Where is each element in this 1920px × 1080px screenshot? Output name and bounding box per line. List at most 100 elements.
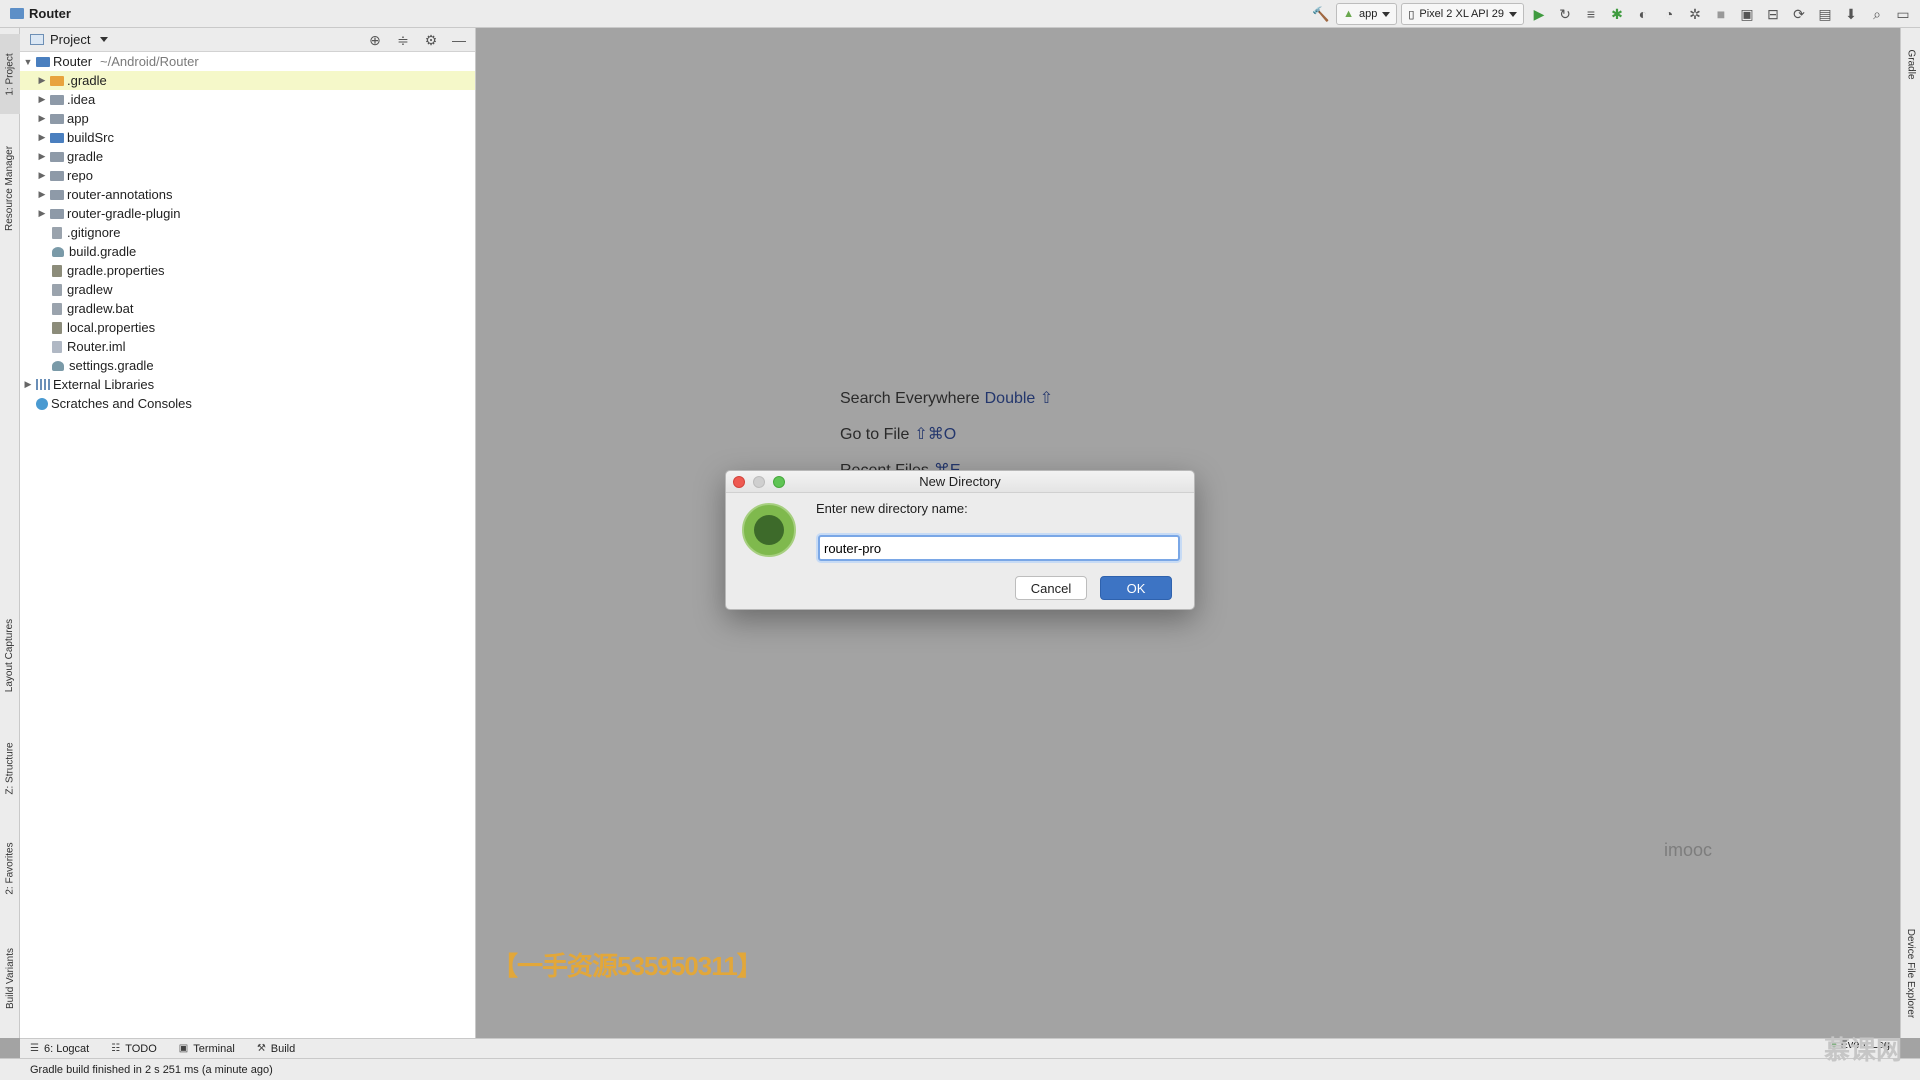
android-icon: ▲ [1343,8,1354,20]
sdk-manager-icon[interactable]: ⬇ [1840,3,1862,25]
tool-tab-gradle[interactable]: Gradle [1901,34,1920,94]
project-structure-icon[interactable]: ▣ [1736,3,1758,25]
layout-inspector-icon[interactable]: ⊟ [1762,3,1784,25]
apply-code-changes-icon[interactable]: ≡ [1580,3,1602,25]
collapsed-arrow-icon[interactable]: ▶ [36,208,48,219]
tree-root[interactable]: ▼ Router ~/Android/Router [20,52,475,71]
gradle-file-icon [52,246,64,257]
tree-item-label: build.gradle [69,244,137,259]
tree-item[interactable]: local.properties [20,318,475,337]
tree-item-label: gradle.properties [67,263,165,278]
minimize-window-button[interactable] [753,476,765,488]
coverage-icon[interactable]: ✲ [1684,3,1706,25]
window-icon[interactable]: ▭ [1892,3,1914,25]
tool-tab-logcat[interactable]: ☰ 6: Logcat [30,1043,89,1055]
bottom-tool-tabs: ☰ 6: Logcat ☷ TODO ▣ Terminal ⚒ Build [20,1038,1900,1058]
project-view-select[interactable]: Project [30,32,109,47]
tree-item[interactable]: ▶ gradle [20,147,475,166]
tree-item[interactable]: ▶ repo [20,166,475,185]
tool-tab-structure[interactable]: Z: Structure [0,728,20,808]
tree-item[interactable]: Router.iml [20,337,475,356]
tool-tab-resource-manager[interactable]: Resource Manager [0,128,20,248]
tree-item[interactable]: build.gradle [20,242,475,261]
tool-tab-build-variants[interactable]: Build Variants [0,928,20,1028]
tree-item[interactable]: ▶ .gradle [20,71,475,90]
folder-icon [50,132,64,143]
tree-root-path: ~/Android/Router [100,54,199,69]
tree-item[interactable]: ▶ router-annotations [20,185,475,204]
search-icon[interactable]: ⌕ [1866,3,1888,25]
dialog-title: New Directory [919,474,1001,489]
tree-item-label: buildSrc [67,130,114,145]
status-text: Gradle build finished in 2 s 251 ms (a m… [30,1063,273,1076]
tree-item[interactable]: gradlew.bat [20,299,475,318]
close-window-button[interactable] [733,476,745,488]
tool-tab-favorites[interactable]: 2: Favorites [0,828,20,908]
tool-tab-terminal[interactable]: ▣ Terminal [179,1043,235,1055]
run-config-select[interactable]: ▲ app [1336,3,1398,25]
folder-icon [50,208,64,219]
chevron-down-icon [100,37,109,42]
android-studio-logo-icon [742,503,796,557]
device-label: Pixel 2 XL API 29 [1419,8,1504,20]
directory-name-input[interactable] [818,535,1180,561]
tree-item-label: Router.iml [67,339,126,354]
profile-icon[interactable]: ◐ [1632,3,1654,25]
collapsed-arrow-icon[interactable]: ▶ [36,113,48,124]
libraries-icon [36,379,50,390]
maximize-window-button[interactable] [773,476,785,488]
collapsed-arrow-icon[interactable]: ▶ [36,189,48,200]
tree-item[interactable]: ▶ router-gradle-plugin [20,204,475,223]
tool-tab-build[interactable]: ⚒ Build [257,1043,295,1055]
tree-external-libraries[interactable]: ▶ External Libraries [20,375,475,394]
collapsed-arrow-icon[interactable]: ▶ [36,151,48,162]
tool-tab-layout-captures[interactable]: Layout Captures [0,600,20,710]
tree-item[interactable]: ▶ buildSrc [20,128,475,147]
todo-icon: ☷ [111,1043,121,1054]
ok-button[interactable]: OK [1100,576,1172,600]
tree-root-label: Router [53,54,93,69]
main-toolbar: Router 🔨 ▲ app ▯ Pixel 2 XL API 29 ▶ ↻ ≡… [0,0,1920,28]
apply-changes-icon[interactable]: ↻ [1554,3,1576,25]
panel-actions: ⊕ ≑ ⚙ — [365,30,469,50]
collapse-all-icon[interactable]: ≑ [393,30,413,50]
tree-item[interactable]: .gitignore [20,223,475,242]
avd-manager-icon[interactable]: ▤ [1814,3,1836,25]
logcat-icon: ☰ [30,1043,39,1054]
collapsed-arrow-icon[interactable]: ▶ [36,75,48,86]
collapsed-arrow-icon[interactable]: ▶ [36,170,48,181]
tool-tab-device-file-explorer[interactable]: Device File Explorer [1901,908,1920,1038]
gear-icon[interactable]: ⚙ [421,30,441,50]
run-icon[interactable]: ▶ [1528,3,1550,25]
tree-scratches[interactable]: Scratches and Consoles [20,394,475,413]
locate-icon[interactable]: ⊕ [365,30,385,50]
collapsed-arrow-icon[interactable]: ▶ [36,132,48,143]
module-folder-icon [36,56,50,67]
project-title: Router [29,6,71,21]
attach-debugger-icon[interactable]: ◔ [1658,3,1680,25]
cancel-button[interactable]: Cancel [1015,576,1087,600]
status-bar: Gradle build finished in 2 s 251 ms (a m… [0,1058,1920,1080]
project-breadcrumb[interactable]: Router [0,6,71,21]
tree-item[interactable]: ▶ .idea [20,90,475,109]
collapsed-arrow-icon[interactable]: ▶ [22,379,34,390]
hide-icon[interactable]: — [449,30,469,50]
tool-tab-project[interactable]: 1: Project [0,34,20,114]
tool-tab-todo[interactable]: ☷ TODO [111,1043,157,1055]
debug-icon[interactable]: ✱ [1606,3,1628,25]
build-hammer-icon[interactable]: 🔨 [1310,3,1332,25]
stop-icon[interactable]: ■ [1710,3,1732,25]
file-icon [52,302,62,315]
tree-item[interactable]: gradle.properties [20,261,475,280]
expanded-arrow-icon[interactable]: ▼ [22,57,34,67]
sync-gradle-icon[interactable]: ⟳ [1788,3,1810,25]
tree-item-label: app [67,111,89,126]
watermark-text: 【一手资源535950311】 [492,951,763,981]
hint-shortcut: Double ⇧ [984,390,1054,407]
collapsed-arrow-icon[interactable]: ▶ [36,94,48,105]
hammer-icon: ⚒ [256,1043,266,1054]
tree-item[interactable]: gradlew [20,280,475,299]
tree-item[interactable]: ▶ app [20,109,475,128]
tree-item[interactable]: settings.gradle [20,356,475,375]
device-select[interactable]: ▯ Pixel 2 XL API 29 [1401,3,1524,25]
